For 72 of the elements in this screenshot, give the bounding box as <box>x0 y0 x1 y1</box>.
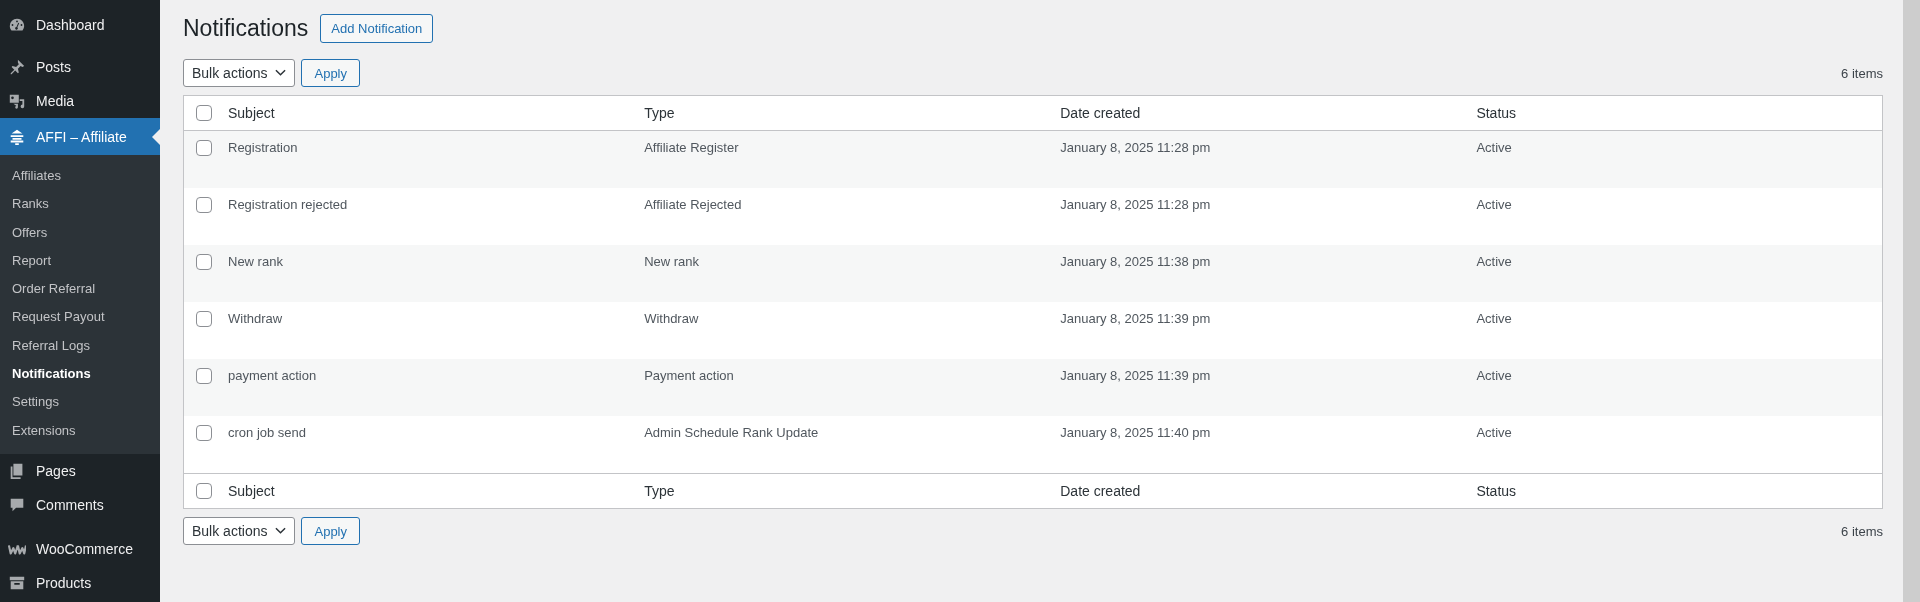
menu-item[interactable]: Comments <box>0 487 160 522</box>
table-cell: Active <box>1476 311 1512 326</box>
submenu-item[interactable]: Report <box>0 246 160 276</box>
table-cell: January 8, 2025 11:39 pm <box>1060 311 1211 326</box>
table-cell: Active <box>1476 254 1512 269</box>
bulk-actions-dropdown[interactable]: Bulk actions <box>183 517 296 545</box>
table-cell: Registration <box>228 140 298 155</box>
row-checkbox[interactable] <box>196 140 212 156</box>
item-count: 6 items <box>1841 523 1883 539</box>
column-header[interactable]: Subject <box>228 483 275 499</box>
chevron-down-icon <box>275 69 287 77</box>
row-checkbox[interactable] <box>196 368 212 384</box>
apply-button[interactable]: Apply <box>301 517 360 545</box>
add-notification-button[interactable]: Add Notification <box>320 14 434 43</box>
submenu-item[interactable]: Offers <box>0 218 160 247</box>
table-cell: Active <box>1476 140 1512 155</box>
table-cell: Admin Schedule Rank Update <box>644 425 819 440</box>
table-cell: January 8, 2025 11:40 pm <box>1060 425 1211 440</box>
item-count: 6 items <box>1841 65 1883 81</box>
table-cell: Withdraw <box>644 311 699 326</box>
table-cell: Active <box>1476 368 1512 383</box>
column-header[interactable]: Date created <box>1060 105 1141 121</box>
apply-button[interactable]: Apply <box>301 59 360 87</box>
scrollbar[interactable] <box>1903 0 1920 602</box>
menu-item[interactable]: Products <box>0 565 160 600</box>
row-checkbox[interactable] <box>196 425 212 441</box>
submenu-item[interactable]: Ranks <box>0 190 160 219</box>
page-title: Notifications <box>183 15 309 42</box>
submenu-item[interactable]: Affiliates <box>0 162 160 191</box>
table-cell: cron job send <box>228 425 307 440</box>
submenu-item[interactable]: Settings <box>0 388 160 417</box>
column-header[interactable]: Subject <box>228 105 275 121</box>
menu-item[interactable]: WooCommerce <box>0 531 160 566</box>
column-header[interactable]: Status <box>1476 105 1517 121</box>
media-icon <box>8 92 26 110</box>
table-cell: Withdraw <box>228 311 283 326</box>
row-checkbox[interactable] <box>196 254 212 270</box>
table-cell: January 8, 2025 11:39 pm <box>1060 368 1211 383</box>
submenu-item[interactable]: Referral Logs <box>0 331 160 361</box>
table-cell: New rank <box>228 254 283 269</box>
column-header[interactable]: Status <box>1476 483 1517 499</box>
bulk-actions-dropdown[interactable]: Bulk actions <box>183 59 296 87</box>
table-cell: Payment action <box>644 368 734 383</box>
column-header[interactable]: Type <box>644 483 675 499</box>
table-cell: payment action <box>228 368 317 383</box>
select-all-checkbox[interactable] <box>196 483 212 499</box>
table-cell: Affiliate Rejected <box>644 197 742 212</box>
table-cell: New rank <box>644 254 700 269</box>
column-header[interactable]: Date created <box>1060 483 1141 499</box>
table-cell: Registration rejected <box>228 197 348 212</box>
column-header[interactable]: Type <box>644 105 675 121</box>
pushpin-icon <box>8 58 26 76</box>
submenu-item[interactable]: Extensions <box>0 416 160 445</box>
table-cell: Active <box>1476 425 1512 440</box>
submenu-item[interactable]: Notifications <box>0 360 160 389</box>
row-checkbox[interactable] <box>196 311 212 327</box>
row-checkbox[interactable] <box>196 197 212 213</box>
chevron-down-icon <box>275 527 287 535</box>
menu-item[interactable]: Media <box>0 84 160 118</box>
menu-item[interactable]: AFFI – Affiliate <box>0 118 160 155</box>
menu-item[interactable]: Posts <box>0 50 160 84</box>
menu-item[interactable]: Pages <box>0 453 160 488</box>
table-cell: Affiliate Register <box>644 140 739 155</box>
submenu-item[interactable]: Request Payout <box>0 303 160 332</box>
stacked-lines-icon <box>8 127 26 146</box>
table-cell: Active <box>1476 197 1512 212</box>
submenu-item[interactable]: Order Referral <box>0 275 160 304</box>
select-all-checkbox[interactable] <box>196 105 212 121</box>
menu-item[interactable]: Dashboard <box>0 0 160 50</box>
table-cell: January 8, 2025 11:28 pm <box>1060 140 1211 155</box>
table-cell: January 8, 2025 11:38 pm <box>1060 254 1211 269</box>
table-cell: January 8, 2025 11:28 pm <box>1060 197 1211 212</box>
